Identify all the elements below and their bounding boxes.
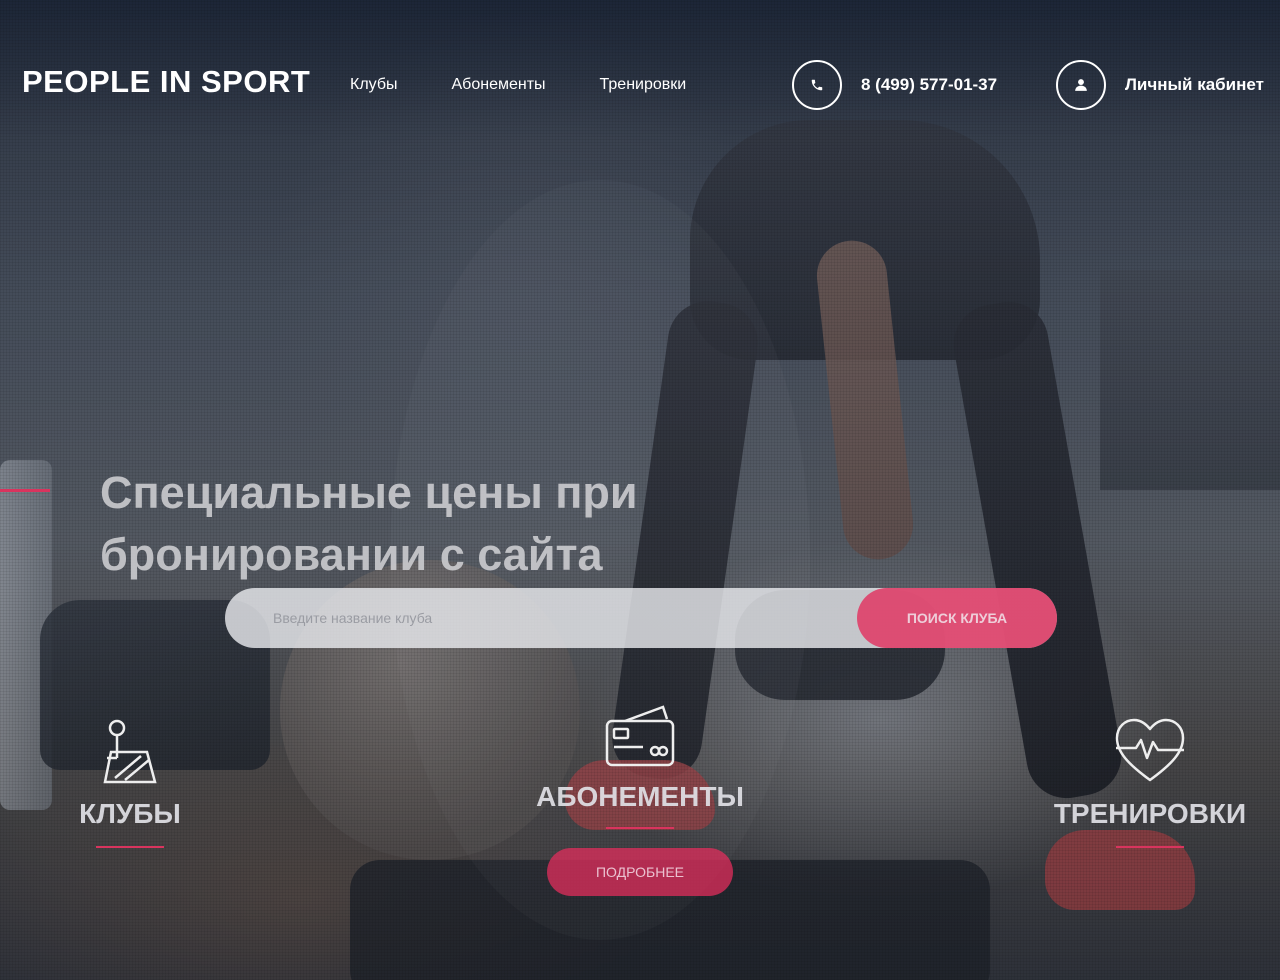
heart-pulse-icon [1115, 718, 1185, 782]
search-button[interactable]: ПОИСК КЛУБА [857, 588, 1057, 648]
main-nav: Клубы Абонементы Тренировки [350, 76, 740, 94]
feature-trainings[interactable]: ТРЕНИРОВКИ [1030, 718, 1270, 848]
feature-subscriptions[interactable]: АБОНЕМЕНТЫ [520, 705, 760, 829]
card-icon [605, 705, 675, 767]
phone-button[interactable] [792, 60, 842, 110]
feature-clubs-label: КЛУБЫ [79, 798, 181, 829]
feature-subscriptions-underline [606, 827, 674, 829]
feature-trainings-underline [1116, 846, 1184, 848]
feature-subscriptions-label: АБОНЕМЕНТЫ [536, 781, 744, 812]
phone-number[interactable]: 8 (499) 577-01-37 [861, 75, 997, 95]
map-pin-icon [103, 719, 157, 784]
search-input[interactable] [225, 588, 845, 648]
club-search: ПОИСК КЛУБА [225, 588, 1057, 648]
nav-item-clubs[interactable]: Клубы [350, 76, 398, 94]
site-logo[interactable]: PEOPLE IN SPORT [22, 64, 310, 100]
accent-line [0, 489, 50, 492]
feature-clubs[interactable]: КЛУБЫ [60, 718, 200, 848]
feature-clubs-underline [96, 846, 164, 848]
hero-title: Специальные цены при бронировании с сайт… [100, 467, 638, 580]
feature-trainings-label: ТРЕНИРОВКИ [1053, 798, 1247, 829]
user-icon [1075, 79, 1087, 91]
account-link[interactable]: Личный кабинет [1125, 75, 1264, 95]
more-button[interactable]: ПОДРОБНЕЕ [547, 848, 733, 896]
site-header: PEOPLE IN SPORT Клубы Абонементы Трениро… [0, 0, 1280, 170]
phone-icon [811, 79, 823, 91]
account-button[interactable] [1056, 60, 1106, 110]
nav-item-trainings[interactable]: Тренировки [600, 76, 687, 94]
nav-item-subscriptions[interactable]: Абонементы [452, 76, 546, 94]
